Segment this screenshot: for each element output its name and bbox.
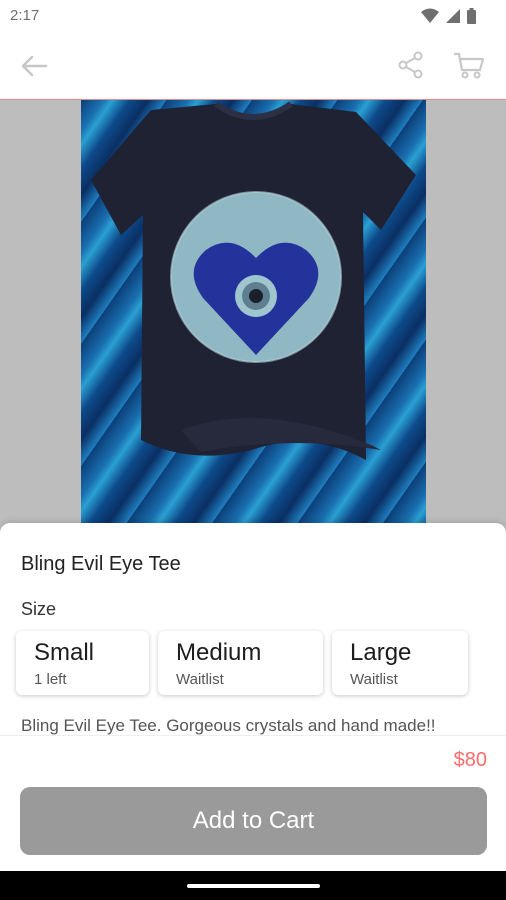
product-photo[interactable] xyxy=(81,100,426,540)
signal-icon xyxy=(446,9,460,23)
status-time: 2:17 xyxy=(10,7,40,24)
divider xyxy=(0,735,506,736)
back-button[interactable] xyxy=(14,50,54,82)
wifi-icon xyxy=(421,8,439,23)
size-option-medium[interactable]: Medium Waitlist xyxy=(158,631,323,695)
product-details-sheet: Bling Evil Eye Tee Size Small 1 left Med… xyxy=(0,523,506,871)
cart-icon xyxy=(454,52,485,79)
size-option-availability: Waitlist xyxy=(176,671,224,688)
size-option-large[interactable]: Large Waitlist xyxy=(332,631,468,695)
size-option-availability: 1 left xyxy=(34,671,67,688)
cart-button[interactable] xyxy=(450,48,488,82)
size-option-availability: Waitlist xyxy=(350,671,398,688)
product-description-container: Bling Evil Eye Tee. Gorgeous crystals an… xyxy=(21,715,506,735)
size-option-name: Small xyxy=(34,639,95,666)
size-option-name: Large xyxy=(350,639,412,666)
add-to-cart-button[interactable]: Add to Cart xyxy=(20,787,487,855)
product-description: Bling Evil Eye Tee. Gorgeous crystals an… xyxy=(21,716,436,735)
product-image-area xyxy=(0,100,506,540)
status-bar: 2:17 xyxy=(0,0,506,32)
app-toolbar xyxy=(0,32,506,100)
share-icon xyxy=(398,51,423,79)
share-button[interactable] xyxy=(394,48,428,82)
tshirt-illustration xyxy=(91,101,416,460)
arrow-left-icon xyxy=(21,55,48,77)
size-option-small[interactable]: Small 1 left xyxy=(16,631,149,695)
status-icons xyxy=(421,8,476,24)
system-nav-bar xyxy=(0,871,506,900)
home-gesture-handle[interactable] xyxy=(187,884,320,888)
product-price: $80 xyxy=(453,749,487,771)
product-title: Bling Evil Eye Tee xyxy=(21,553,181,575)
size-label: Size xyxy=(21,599,57,619)
battery-icon xyxy=(467,8,476,24)
size-option-name: Medium xyxy=(176,639,262,666)
